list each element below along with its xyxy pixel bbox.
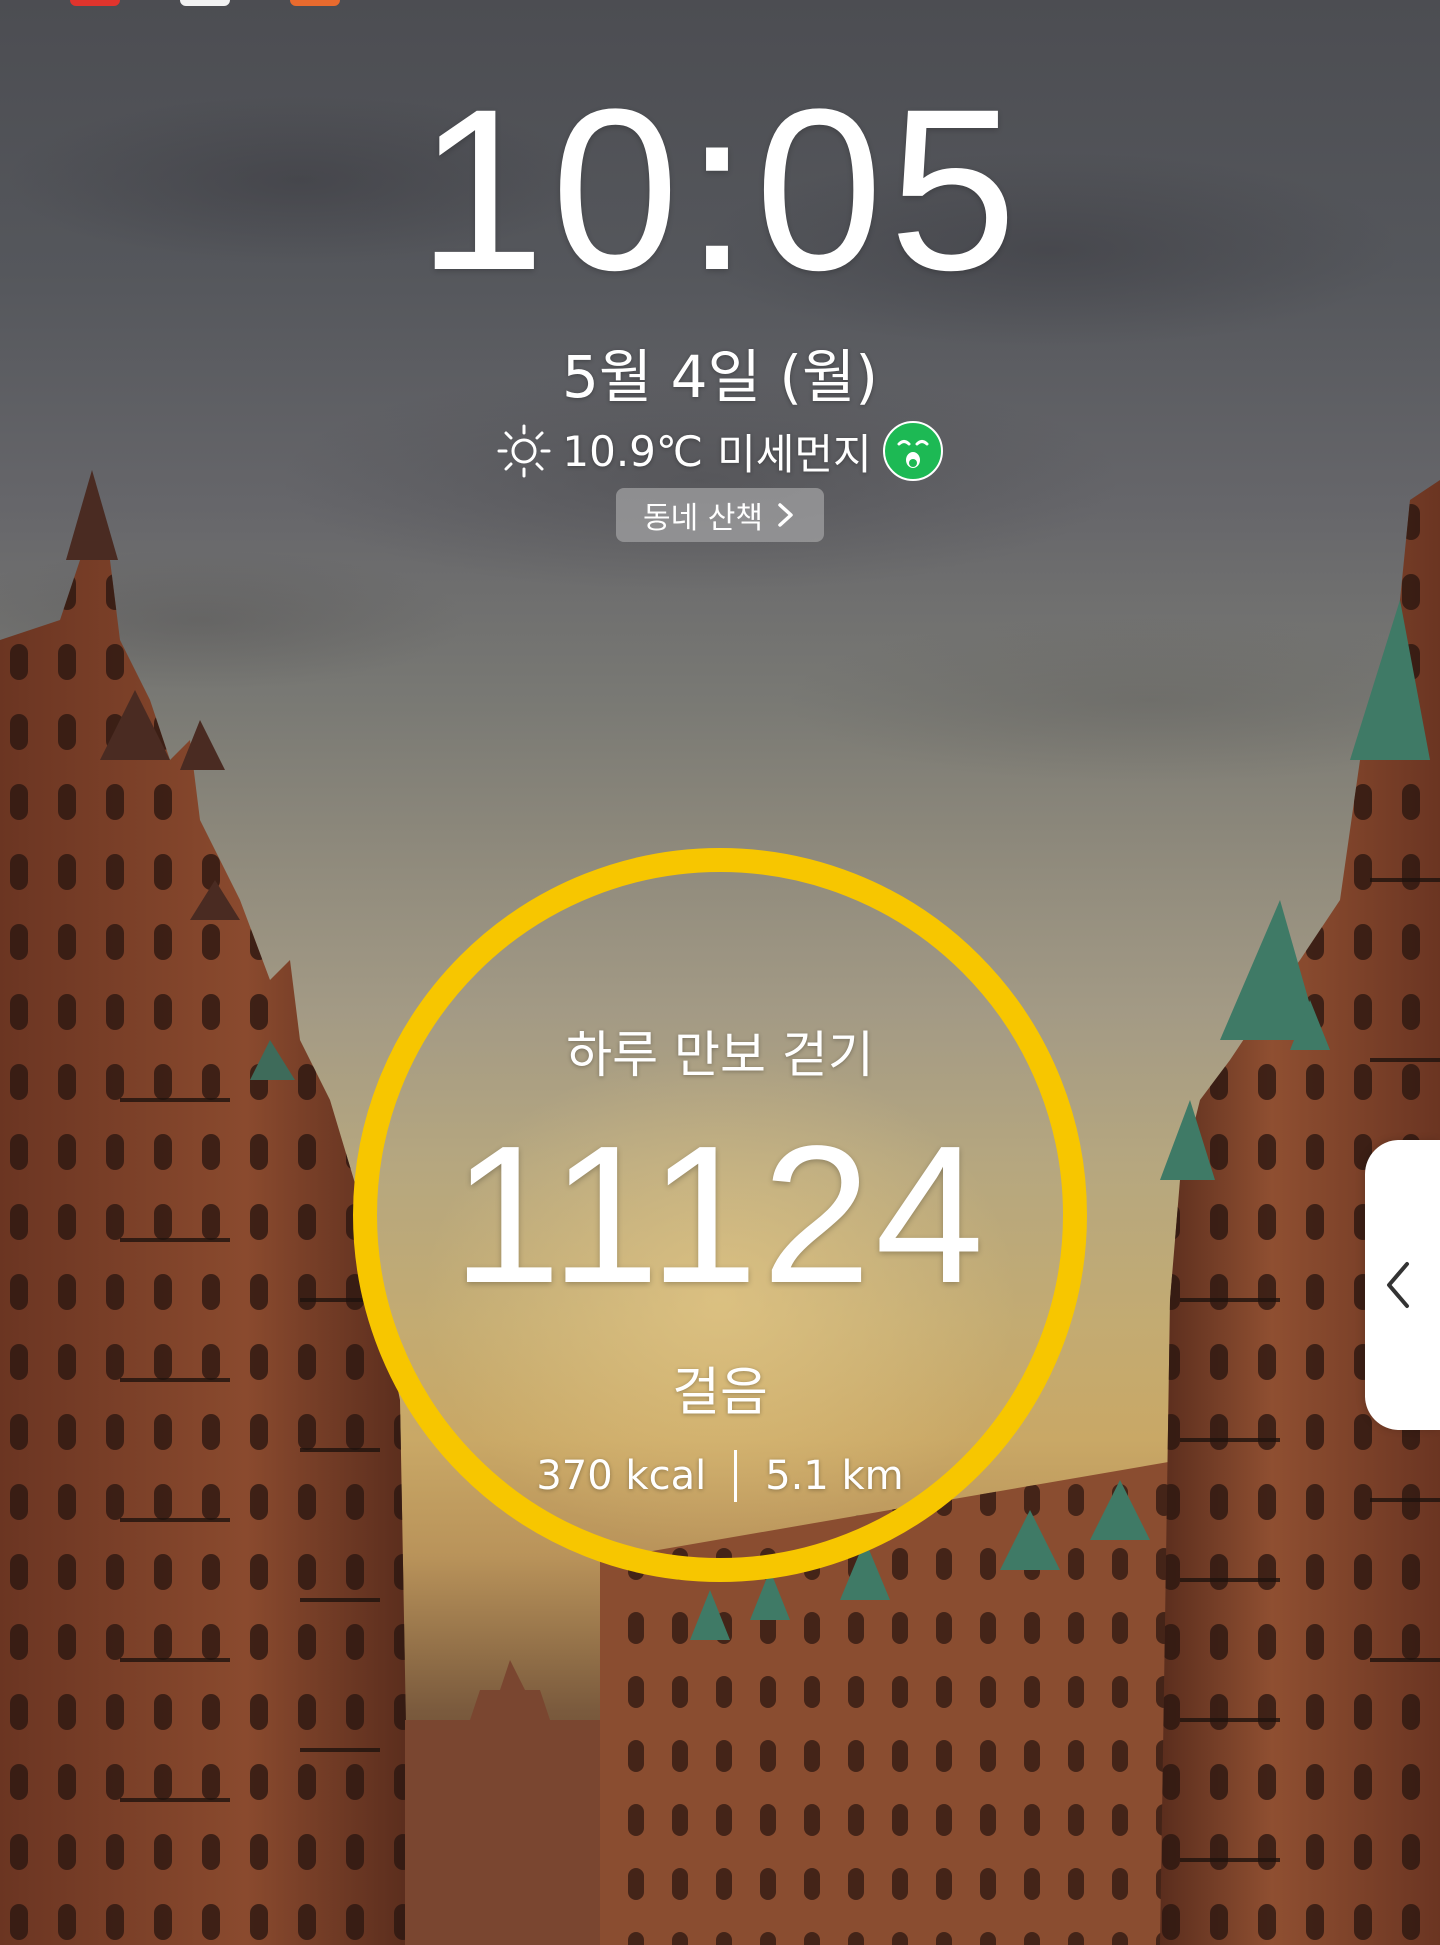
lock-date: 5월 4일 (월) <box>561 343 878 411</box>
notification-icon-white <box>180 0 230 6</box>
chevron-left-icon <box>1386 1262 1409 1308</box>
fine-dust-label: 미세먼지 <box>717 429 872 479</box>
lock-screen: 10:05 5월 4일 (월) 10.9℃ 미세먼지 동네 산책 하루 만보 걷… <box>0 0 1440 1945</box>
pedometer-stats: 370 kcal 5.1 km <box>0 1450 1440 1502</box>
good-air-face-icon <box>882 421 943 481</box>
status-bar <box>70 0 340 6</box>
edge-panel-handle[interactable] <box>1365 1140 1440 1430</box>
calories-text: 370 kcal <box>536 1453 707 1499</box>
lock-clock: 10:05 <box>417 61 1023 318</box>
temperature-text: 10.9℃ <box>562 426 704 476</box>
walk-button-label: 동네 산책 <box>643 501 763 536</box>
notification-icon-orange <box>290 0 340 6</box>
notification-icon-red <box>70 0 120 6</box>
step-unit: 걸음 <box>672 1363 768 1423</box>
neighborhood-walk-button[interactable]: 동네 산책 <box>616 488 824 542</box>
stats-divider <box>734 1450 738 1502</box>
sun-icon <box>497 424 551 478</box>
weather-widget[interactable]: 10.9℃ 미세먼지 <box>0 420 1440 482</box>
step-count: 11124 <box>452 1105 988 1324</box>
chevron-right-icon <box>778 503 793 527</box>
pedometer-title: 하루 만보 걷기 <box>566 1026 874 1084</box>
distance-text: 5.1 km <box>765 1453 904 1499</box>
